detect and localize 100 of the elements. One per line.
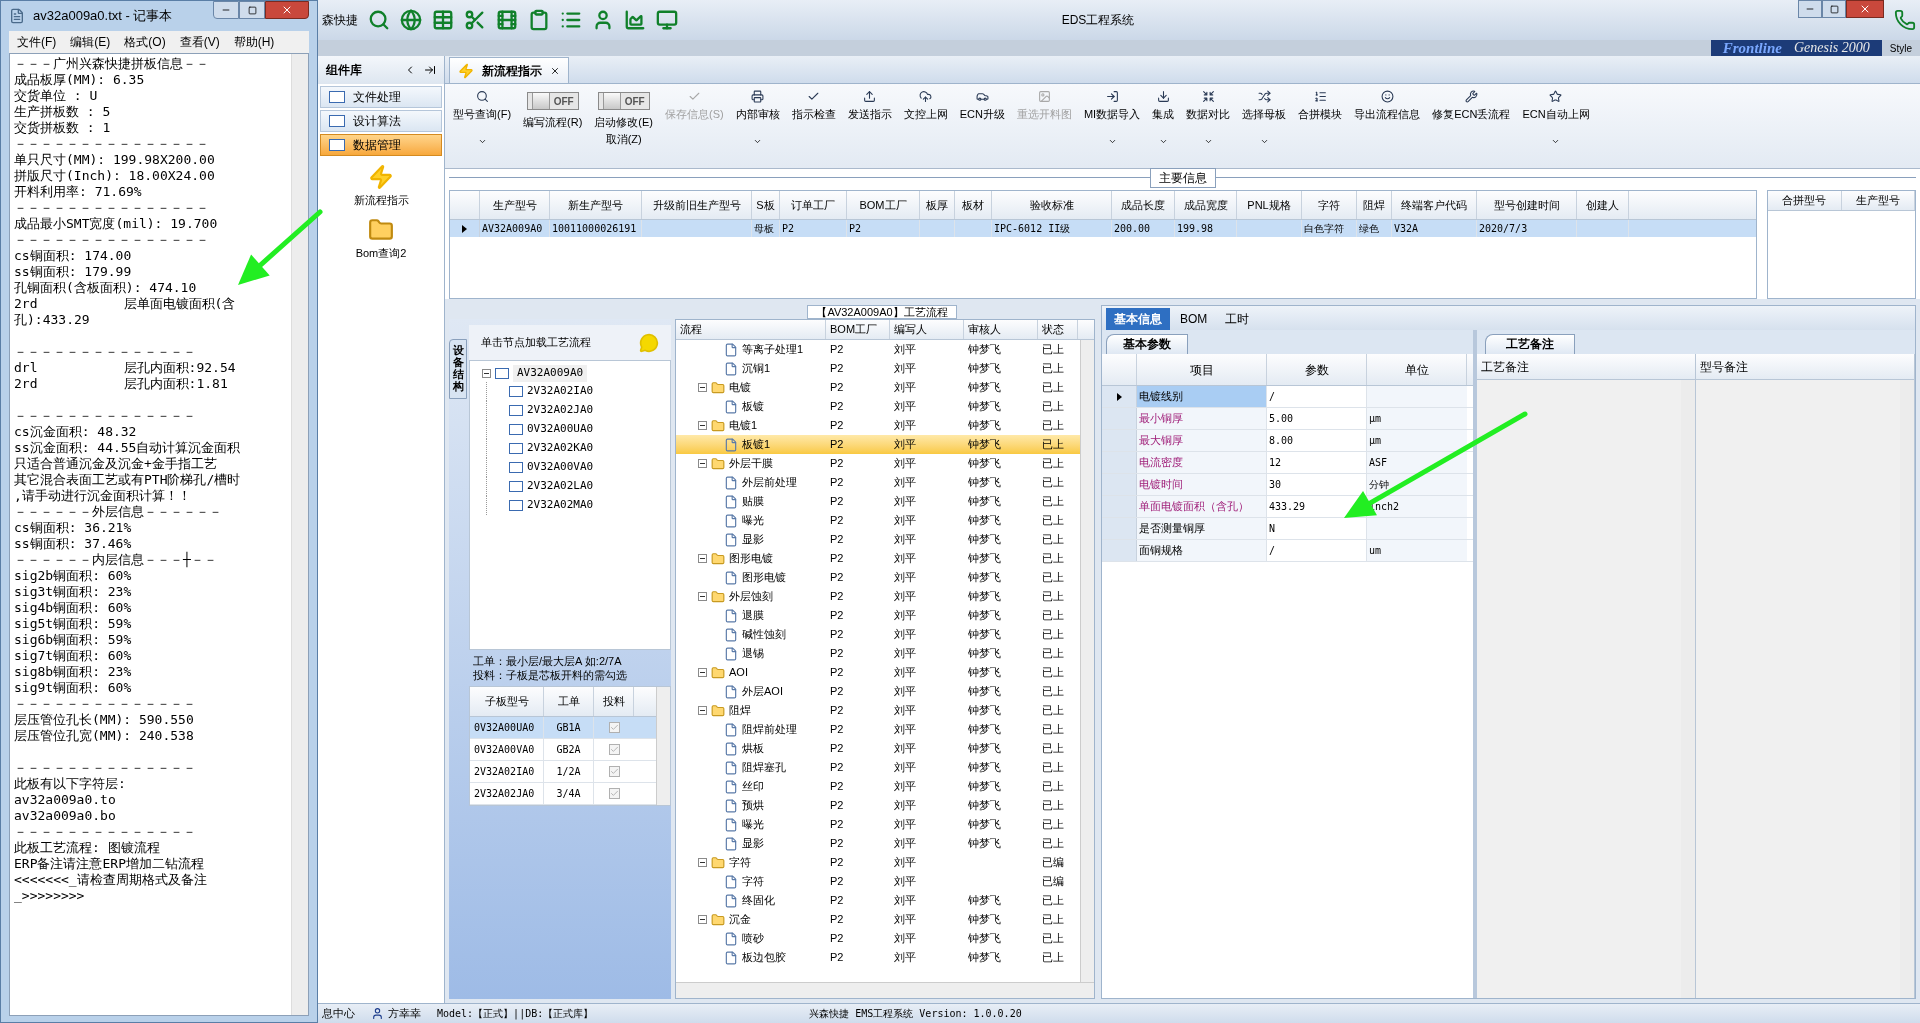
column-header[interactable]: 生产型号	[1841, 191, 1915, 210]
menu-item[interactable]: 格式(O)	[124, 33, 166, 51]
toggle-switch[interactable]: OFF	[526, 92, 579, 110]
collapse-icon[interactable]	[698, 706, 707, 715]
toolbar-icon[interactable]	[368, 9, 390, 31]
column-header[interactable]: 成品宽度	[1175, 191, 1237, 219]
toolbar-icon[interactable]	[656, 9, 678, 31]
minimize-button[interactable]	[1798, 0, 1822, 18]
menu-item[interactable]: 查看(V)	[179, 33, 220, 51]
checkbox[interactable]	[608, 788, 620, 799]
pin-icon[interactable]	[424, 64, 436, 76]
column-header[interactable]: 项目	[1137, 354, 1267, 385]
collapse-icon[interactable]	[698, 383, 707, 392]
toolbar-button[interactable]: 导出流程信息	[1350, 90, 1425, 123]
toolbar-button[interactable]: ECN自动上网	[1518, 90, 1594, 123]
menu-item[interactable]: 帮助(H)	[233, 33, 275, 51]
cancel-button[interactable]: 取消(Z)	[605, 130, 642, 147]
toolbar-button[interactable]: MI数据导入	[1079, 90, 1145, 123]
tree-node[interactable]: AV32A009A0	[513, 365, 588, 382]
column-header[interactable]: 字符	[1302, 191, 1357, 219]
checkbox[interactable]	[608, 766, 620, 777]
toolbar-icon[interactable]	[496, 9, 518, 31]
column-header[interactable]: 子板型号	[470, 687, 544, 716]
toolbar-icon[interactable]	[624, 9, 646, 31]
vertical-tab[interactable]: 设备结构	[449, 339, 467, 399]
toolbar-button[interactable]: 指示检查	[787, 90, 840, 123]
column-header[interactable]: 状态	[1038, 320, 1078, 339]
tab[interactable]: 基本信息	[1106, 308, 1170, 330]
column-header[interactable]: 升级前旧生产型号	[642, 191, 752, 219]
tab[interactable]: 工艺备注	[1485, 334, 1575, 354]
toggle-switch[interactable]: OFF	[597, 92, 650, 110]
column-header[interactable]: 投料	[594, 687, 634, 716]
column-header[interactable]: 新生产型号	[550, 191, 642, 219]
scrollbar[interactable]	[291, 54, 308, 1015]
sidebar-item[interactable]: 数据管理	[320, 134, 442, 156]
close-button[interactable]	[1846, 0, 1884, 18]
column-header[interactable]: BOM工厂	[847, 191, 920, 219]
menu-item[interactable]: 编辑(E)	[70, 33, 111, 51]
sidebar-item[interactable]: 文件处理	[320, 86, 442, 108]
table-row[interactable]: 电流密度 12 ASF	[1102, 452, 1473, 474]
table-row[interactable]: 0V32A00VA0 GB2A	[470, 739, 656, 761]
tree-node[interactable]: 2V32A02JA0	[527, 401, 594, 419]
collapse-icon[interactable]	[698, 421, 707, 430]
shortcut-label[interactable]: Bom查询2	[355, 244, 407, 261]
toolbar-icon[interactable]	[464, 9, 486, 31]
column-header[interactable]: 审核人	[964, 320, 1038, 339]
toolbar-button[interactable]: 内部审核	[731, 90, 784, 123]
collapse-icon[interactable]	[698, 592, 707, 601]
close-button[interactable]	[265, 1, 309, 19]
menu-item[interactable]: 文件(F)	[17, 33, 57, 51]
tab[interactable]: 工时	[1217, 308, 1258, 330]
column-header[interactable]: 工单	[544, 687, 594, 716]
collapse-icon[interactable]	[482, 368, 491, 378]
table-row[interactable]: AV32A009A0 10011000026191 母板 P2 P2 IPC-6012 II级 200.00 199.98 白色字符 绿色 V32A 2020/7/3	[450, 220, 1756, 237]
table-row[interactable]: 电镀线别 /	[1102, 386, 1473, 408]
column-header[interactable]: 型号创建时间	[1477, 191, 1577, 219]
table-row[interactable]: 面铜规格 / um	[1102, 540, 1473, 562]
checkbox[interactable]	[608, 744, 620, 755]
tree-node[interactable]: 2V32A02LA0	[527, 477, 594, 495]
column-header[interactable]: 流程	[676, 320, 826, 339]
toolbar-icon[interactable]	[592, 9, 614, 31]
scrollbar[interactable]	[1080, 340, 1094, 982]
toolbar-icon[interactable]	[560, 9, 582, 31]
collapse-icon[interactable]	[698, 459, 707, 468]
column-header[interactable]: 参数	[1267, 354, 1367, 385]
toolbar-button[interactable]: 发送指示	[843, 90, 896, 123]
column-header[interactable]: 编写人	[890, 320, 964, 339]
column-header[interactable]: 终端客户代码	[1392, 191, 1477, 219]
column-header[interactable]: 板材	[955, 191, 992, 219]
column-header[interactable]: S板	[752, 191, 780, 219]
tree-node[interactable]: 0V32A00UA0	[527, 420, 594, 438]
maximize-button[interactable]	[239, 1, 265, 19]
table-row[interactable]: 是否测量铜厚 N	[1102, 518, 1473, 540]
column-header[interactable]: 验收标准	[992, 191, 1112, 219]
horizontal-scrollbar[interactable]	[676, 982, 1094, 998]
column-header[interactable]: 合拼型号	[1768, 191, 1842, 210]
tree-node[interactable]: 2V32A02MA0	[527, 496, 594, 514]
toolbar-icon[interactable]	[528, 9, 550, 31]
column-header[interactable]: 工艺备注	[1477, 354, 1695, 380]
table-row[interactable]: 2V32A02JA0 3/4A	[470, 783, 656, 805]
tab[interactable]: 基本参数	[1106, 334, 1188, 354]
table-row[interactable]: 0V32A00UA0 GB1A	[470, 717, 656, 739]
column-header[interactable]: 生产型号	[480, 191, 550, 219]
toolbar-button[interactable]: 集成	[1148, 90, 1179, 123]
tree-node[interactable]: 2V32A02IA0	[527, 382, 594, 400]
checkbox[interactable]	[608, 722, 620, 733]
shortcut-label[interactable]: 新流程指示	[353, 192, 409, 209]
table-row[interactable]: 2V32A02IA0 1/2A	[470, 761, 656, 783]
toolbar-button[interactable]: 数据对比	[1182, 90, 1235, 123]
style-label[interactable]: Style	[1881, 40, 1920, 56]
table-row[interactable]: 电镀时间 30 分钟	[1102, 474, 1473, 496]
table-row[interactable]: 最小铜厚 5.00 μm	[1102, 408, 1473, 430]
column-header[interactable]: PNL规格	[1237, 191, 1302, 219]
document-tab[interactable]: 新流程指示	[449, 57, 569, 83]
toolbar-icon[interactable]	[400, 9, 422, 31]
toolbar-button[interactable]: 合拼模块	[1294, 90, 1347, 123]
close-icon[interactable]	[550, 65, 560, 76]
phone-icon[interactable]	[1894, 9, 1916, 31]
tree-node[interactable]: 2V32A02KA0	[527, 439, 594, 457]
column-header[interactable]: 板厚	[920, 191, 955, 219]
